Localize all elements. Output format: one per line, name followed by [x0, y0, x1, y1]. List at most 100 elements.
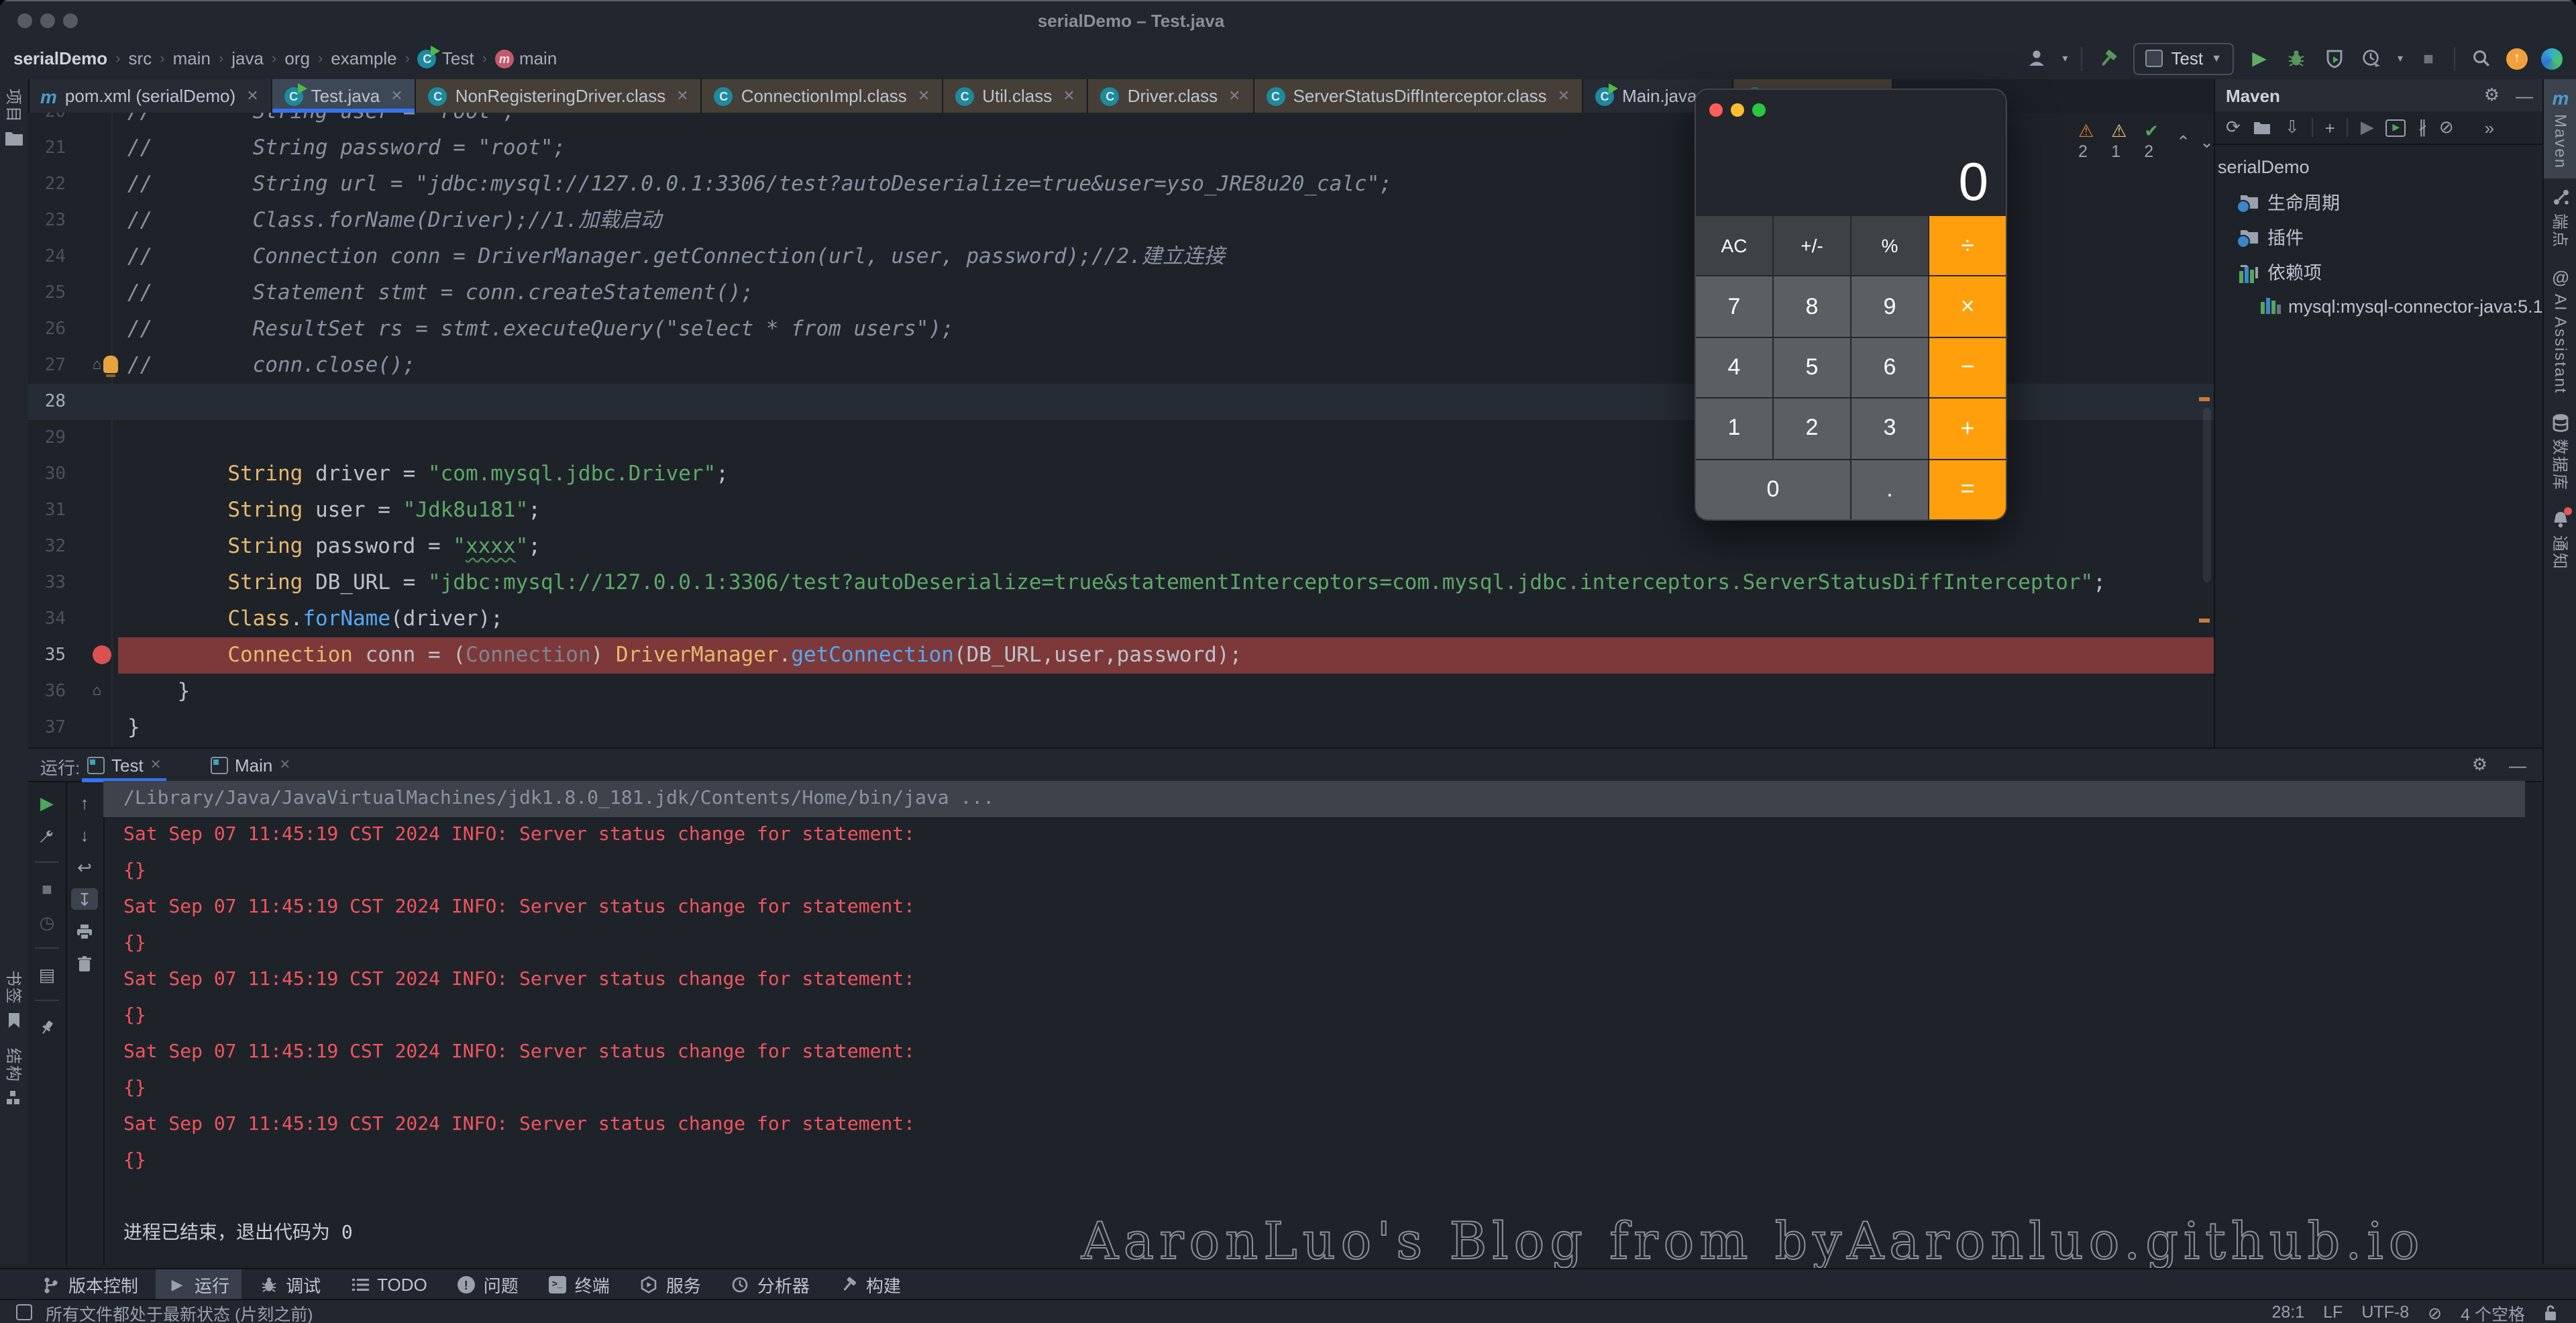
- toolwindow-button-服务[interactable]: 服务: [627, 1269, 713, 1300]
- run-with-coverage-button[interactable]: [2322, 46, 2347, 70]
- code-line[interactable]: 32 String password = "xxxx";: [28, 529, 2214, 565]
- indent-setting[interactable]: 4 个空格: [2461, 1300, 2525, 1323]
- close-tab-icon[interactable]: ✕: [279, 757, 290, 772]
- maven-tree-item[interactable]: 插件: [2215, 219, 2544, 254]
- skip-tests-icon[interactable]: ∦: [2418, 117, 2427, 138]
- error-stripe-mark[interactable]: [2199, 397, 2210, 401]
- toolwindow-button-调试[interactable]: 调试: [247, 1269, 333, 1300]
- breadcrumb-item[interactable]: main: [173, 48, 211, 68]
- down-stacktrace-icon[interactable]: ↓: [71, 824, 98, 845]
- offline-mode-icon[interactable]: ⊘: [2439, 117, 2454, 138]
- breadcrumb-item[interactable]: example: [331, 48, 396, 68]
- editor-tab[interactable]: CDriver.class✕: [1089, 79, 1254, 113]
- prev-problem-button[interactable]: ⌃: [2176, 131, 2190, 151]
- run-configuration-selector[interactable]: Test ▼: [2133, 42, 2234, 74]
- calc-close-button[interactable]: [1709, 103, 1723, 117]
- toolwindow-button-版本控制[interactable]: 版本控制: [30, 1269, 150, 1300]
- breakpoint-icon[interactable]: [93, 645, 111, 664]
- calc-button-.[interactable]: .: [1851, 460, 1928, 519]
- calc-button-3[interactable]: 3: [1851, 399, 1928, 458]
- build-hammer-icon[interactable]: [2096, 46, 2120, 70]
- calc-button-2[interactable]: 2: [1774, 399, 1850, 458]
- editor-tab[interactable]: CUtil.class✕: [943, 79, 1088, 113]
- breadcrumb-item[interactable]: org: [284, 48, 310, 68]
- lock-icon[interactable]: [2544, 1304, 2557, 1321]
- soft-wrap-icon[interactable]: ↩: [71, 856, 98, 878]
- calc-button-7[interactable]: 7: [1696, 277, 1772, 337]
- code-line[interactable]: 37}: [28, 710, 2214, 746]
- calc-button-×[interactable]: ×: [1929, 277, 2006, 337]
- code-line[interactable]: 33 String DB_URL = "jdbc:mysql://127.0.0…: [28, 565, 2214, 601]
- ide-update-icon[interactable]: ↑: [2506, 48, 2528, 69]
- toolwindow-button-终端[interactable]: >_终端: [536, 1269, 622, 1300]
- breadcrumb-item[interactable]: Test: [442, 48, 474, 68]
- gear-icon[interactable]: ⚙: [2484, 85, 2500, 106]
- breadcrumb-item[interactable]: java: [231, 48, 264, 68]
- pin-tab-icon[interactable]: [34, 1016, 60, 1037]
- calc-button-%[interactable]: %: [1851, 216, 1928, 276]
- caret-position[interactable]: 28:1: [2271, 1303, 2304, 1322]
- calc-button-5[interactable]: 5: [1774, 338, 1850, 398]
- edit-configuration-icon[interactable]: [34, 825, 60, 847]
- reload-all-projects-icon[interactable]: [2253, 119, 2273, 136]
- breadcrumb-item[interactable]: src: [129, 48, 152, 68]
- stripe-button-项目[interactable]: 项目: [0, 79, 28, 156]
- calc-button-−[interactable]: −: [1929, 338, 2006, 398]
- more-actions-icon[interactable]: »: [2485, 117, 2494, 138]
- zoom-window-button[interactable]: [63, 13, 78, 28]
- next-problem-button[interactable]: ⌄: [2200, 131, 2214, 151]
- up-stacktrace-icon[interactable]: ↑: [71, 792, 98, 813]
- calc-button-4[interactable]: 4: [1696, 338, 1772, 398]
- fold-marker-icon[interactable]: ⌂: [93, 674, 101, 710]
- calc-button-AC[interactable]: AC: [1696, 216, 1772, 276]
- calc-button-+[interactable]: +: [1929, 399, 2006, 458]
- calc-button-=[interactable]: =: [1929, 460, 2006, 519]
- stripe-button-通知[interactable]: 通知: [2544, 500, 2576, 580]
- toolwindow-button-TODO[interactable]: TODO: [338, 1269, 439, 1300]
- calc-button-1[interactable]: 1: [1696, 399, 1772, 458]
- clear-console-icon[interactable]: [71, 953, 98, 974]
- execute-maven-goal-icon[interactable]: ▶: [2386, 119, 2406, 136]
- profiler-button[interactable]: [2360, 46, 2384, 70]
- calc-button-0[interactable]: 0: [1696, 460, 1850, 519]
- stripe-button-端点[interactable]: 端点: [2544, 178, 2576, 258]
- editor-tab[interactable]: CTest.java✕: [272, 79, 417, 113]
- toolwindow-button-构建[interactable]: 构建: [827, 1269, 913, 1300]
- run-button[interactable]: ▶: [2247, 46, 2271, 70]
- stop-button[interactable]: ■: [2416, 46, 2440, 70]
- scroll-to-end-icon[interactable]: ↧: [71, 888, 98, 910]
- run-maven-goal-icon[interactable]: ▶: [2361, 117, 2374, 138]
- error-stripe-mark[interactable]: [2199, 619, 2210, 623]
- debug-button[interactable]: [2285, 46, 2309, 70]
- close-tab-icon[interactable]: ✕: [1558, 87, 1570, 105]
- code-line[interactable]: 36⌂ }: [28, 674, 2214, 710]
- editor-tab[interactable]: mpom.xml (serialDemo)✕: [28, 79, 272, 113]
- rerun-button[interactable]: ▶: [34, 792, 60, 813]
- maven-tree-item[interactable]: 生命周期: [2215, 184, 2544, 219]
- breadcrumb-item[interactable]: serialDemo: [13, 48, 107, 68]
- user-icon[interactable]: [2025, 46, 2049, 70]
- inspections-widget[interactable]: ⚠ 2 ⚠ 1 ✔ 2 ⌃ ⌄: [2078, 121, 2214, 161]
- restore-layout-icon[interactable]: ▤: [34, 963, 60, 985]
- add-maven-project-icon[interactable]: +: [2325, 117, 2335, 138]
- status-window-icon[interactable]: [16, 1304, 32, 1320]
- line-separator[interactable]: LF: [2323, 1303, 2343, 1322]
- editor-tab[interactable]: CServerStatusDiffInterceptor.class✕: [1254, 79, 1584, 113]
- calc-button-9[interactable]: 9: [1851, 277, 1928, 337]
- intention-bulb-icon[interactable]: [103, 356, 118, 373]
- calc-button-+/-[interactable]: +/-: [1774, 216, 1850, 276]
- toolwindow-button-运行[interactable]: ▶运行: [156, 1269, 241, 1300]
- close-tab-icon[interactable]: ✕: [676, 87, 688, 105]
- reload-maven-icon[interactable]: ⟳: [2226, 117, 2241, 138]
- download-sources-icon[interactable]: ⇩: [2285, 117, 2300, 138]
- fold-marker-icon[interactable]: ⌂: [93, 348, 101, 384]
- print-icon[interactable]: [71, 920, 98, 942]
- close-tab-icon[interactable]: ✕: [1063, 87, 1075, 105]
- search-everywhere-icon[interactable]: [2469, 46, 2493, 70]
- close-tab-icon[interactable]: ✕: [390, 87, 402, 105]
- run-tab[interactable]: Main✕: [211, 749, 290, 781]
- minimize-panel-icon[interactable]: —: [2509, 755, 2526, 775]
- calc-zoom-button[interactable]: [1752, 103, 1766, 117]
- close-tab-icon[interactable]: ✕: [150, 757, 162, 772]
- close-window-button[interactable]: [17, 13, 32, 28]
